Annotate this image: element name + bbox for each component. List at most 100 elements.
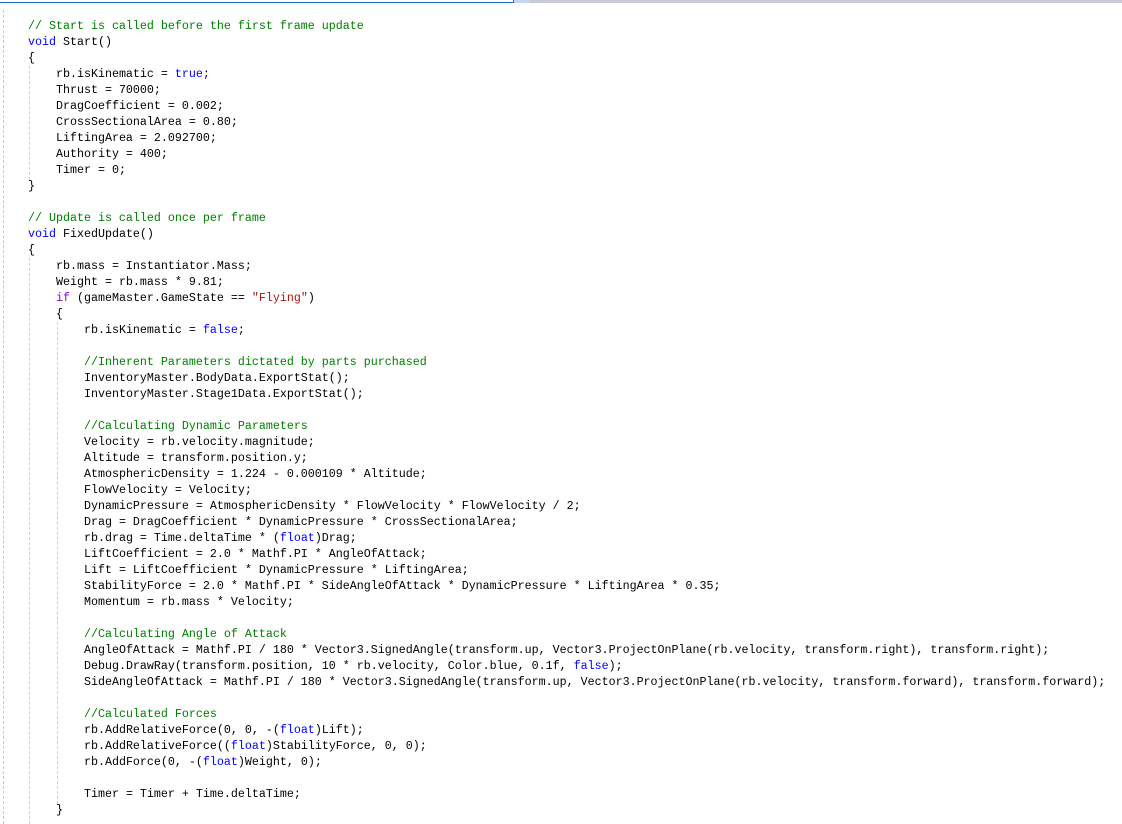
code-line[interactable]: SideAngleOfAttack = Mathf.PI / 180 * Vec… (28, 674, 1105, 690)
code-text: StabilityForce = 2.0 * Mathf.PI * SideAn… (84, 579, 721, 593)
code-line[interactable]: rb.isKinematic = true; (28, 66, 1105, 82)
code-line[interactable]: Velocity = rb.velocity.magnitude; (28, 434, 1105, 450)
code-line[interactable]: { (28, 50, 1105, 66)
code-text: Velocity = rb.velocity.magnitude; (84, 435, 315, 449)
code-line[interactable]: LiftCoefficient = 2.0 * Mathf.PI * Angle… (28, 546, 1105, 562)
code-line[interactable]: } (28, 802, 1105, 818)
code-editor[interactable]: // Start is called before the first fram… (28, 18, 1105, 818)
editor-margin (3, 10, 4, 824)
code-text: SideAngleOfAttack = Mathf.PI / 180 * Vec… (84, 675, 1105, 689)
code-line[interactable]: AtmosphericDensity = 1.224 - 0.000109 * … (28, 466, 1105, 482)
code-line[interactable]: void Start() (28, 34, 1105, 50)
code-line[interactable]: CrossSectionalArea = 0.80; (28, 114, 1105, 130)
code-line[interactable]: rb.AddRelativeForce((float)StabilityForc… (28, 738, 1105, 754)
code-line[interactable]: //Inherent Parameters dictated by parts … (28, 354, 1105, 370)
code-text: ); (609, 659, 623, 673)
code-line[interactable] (28, 338, 1105, 354)
code-comment: //Inherent Parameters dictated by parts … (84, 355, 427, 369)
code-comment: //Calculating Dynamic Parameters (84, 419, 308, 433)
code-text: Timer = Timer + Time.deltaTime; (84, 787, 301, 801)
code-line[interactable]: InventoryMaster.Stage1Data.ExportStat(); (28, 386, 1105, 402)
code-text: AtmosphericDensity = 1.224 - 0.000109 * … (84, 467, 427, 481)
code-text: Timer = 0; (56, 163, 126, 177)
code-text: rb.isKinematic = (56, 67, 175, 81)
code-text: InventoryMaster.BodyData.ExportStat(); (84, 371, 350, 385)
code-text: Altitude = transform.position.y; (84, 451, 308, 465)
code-text: ; (203, 67, 210, 81)
code-line[interactable]: if (gameMaster.GameState == "Flying") (28, 290, 1105, 306)
code-line[interactable]: Authority = 400; (28, 146, 1105, 162)
code-text: rb.AddRelativeForce(0, 0, -( (84, 723, 280, 737)
code-line[interactable]: { (28, 306, 1105, 322)
code-keyword: float (203, 755, 238, 769)
code-comment: //Calculated Forces (84, 707, 217, 721)
code-text: } (28, 179, 35, 193)
code-line[interactable]: Lift = LiftCoefficient * DynamicPressure… (28, 562, 1105, 578)
code-text: )StabilityForce, 0, 0); (266, 739, 427, 753)
code-line[interactable]: rb.isKinematic = false; (28, 322, 1105, 338)
code-text: rb.drag = Time.deltaTime * ( (84, 531, 280, 545)
code-line[interactable]: LiftingArea = 2.092700; (28, 130, 1105, 146)
code-line[interactable]: Debug.DrawRay(transform.position, 10 * r… (28, 658, 1105, 674)
code-keyword: true (175, 67, 203, 81)
code-text: rb.mass = Instantiator.Mass; (56, 259, 252, 273)
code-text: ; (238, 323, 245, 337)
code-comment: // Start is called before the first fram… (28, 19, 364, 33)
code-line[interactable]: rb.AddForce(0, -(float)Weight, 0); (28, 754, 1105, 770)
code-line[interactable]: rb.AddRelativeForce(0, 0, -(float)Lift); (28, 722, 1105, 738)
code-line[interactable]: void FixedUpdate() (28, 226, 1105, 242)
code-text: LiftingArea = 2.092700; (56, 131, 217, 145)
code-line[interactable] (28, 402, 1105, 418)
code-text: Momentum = rb.mass * Velocity; (84, 595, 294, 609)
code-text: rb.isKinematic = (84, 323, 203, 337)
code-line[interactable]: InventoryMaster.BodyData.ExportStat(); (28, 370, 1105, 386)
scrollbar-thumb[interactable] (514, 0, 530, 3)
code-text: { (28, 51, 35, 65)
code-keyword: void (28, 227, 63, 241)
code-line[interactable]: Momentum = rb.mass * Velocity; (28, 594, 1105, 610)
code-line[interactable]: FlowVelocity = Velocity; (28, 482, 1105, 498)
code-keyword: false (203, 323, 238, 337)
code-line[interactable]: //Calculating Angle of Attack (28, 626, 1105, 642)
code-text: CrossSectionalArea = 0.80; (56, 115, 238, 129)
code-line[interactable]: { (28, 242, 1105, 258)
code-line[interactable]: } (28, 178, 1105, 194)
code-keyword: float (280, 531, 315, 545)
code-text: AngleOfAttack = Mathf.PI / 180 * Vector3… (84, 643, 1049, 657)
code-text: )Drag; (315, 531, 357, 545)
code-keyword: float (280, 723, 315, 737)
code-line[interactable]: DragCoefficient = 0.002; (28, 98, 1105, 114)
code-comment: // Update is called once per frame (28, 211, 266, 225)
code-comment: //Calculating Angle of Attack (84, 627, 287, 641)
code-line[interactable] (28, 770, 1105, 786)
code-text: rb.AddRelativeForce(( (84, 739, 231, 753)
code-line[interactable]: StabilityForce = 2.0 * Mathf.PI * SideAn… (28, 578, 1105, 594)
code-text: Start() (63, 35, 112, 49)
code-control-keyword: if (56, 291, 70, 305)
horizontal-scrollbar[interactable] (0, 0, 1122, 3)
code-line[interactable]: Timer = 0; (28, 162, 1105, 178)
code-line[interactable]: Altitude = transform.position.y; (28, 450, 1105, 466)
code-text: )Weight, 0); (238, 755, 322, 769)
code-line[interactable] (28, 690, 1105, 706)
code-line[interactable]: Thrust = 70000; (28, 82, 1105, 98)
code-text: ) (308, 291, 315, 305)
code-keyword: void (28, 35, 63, 49)
code-text: { (28, 243, 35, 257)
code-text: Lift = LiftCoefficient * DynamicPressure… (84, 563, 469, 577)
code-line[interactable] (28, 194, 1105, 210)
code-line[interactable] (28, 610, 1105, 626)
code-line[interactable]: //Calculating Dynamic Parameters (28, 418, 1105, 434)
code-line[interactable]: // Start is called before the first fram… (28, 18, 1105, 34)
code-line[interactable]: Timer = Timer + Time.deltaTime; (28, 786, 1105, 802)
code-line[interactable]: rb.drag = Time.deltaTime * (float)Drag; (28, 530, 1105, 546)
code-line[interactable]: AngleOfAttack = Mathf.PI / 180 * Vector3… (28, 642, 1105, 658)
code-line[interactable]: // Update is called once per frame (28, 210, 1105, 226)
code-line[interactable]: //Calculated Forces (28, 706, 1105, 722)
code-line[interactable]: Weight = rb.mass * 9.81; (28, 274, 1105, 290)
code-line[interactable]: Drag = DragCoefficient * DynamicPressure… (28, 514, 1105, 530)
code-line[interactable]: DynamicPressure = AtmosphericDensity * F… (28, 498, 1105, 514)
code-line[interactable]: rb.mass = Instantiator.Mass; (28, 258, 1105, 274)
code-text: FlowVelocity = Velocity; (84, 483, 252, 497)
code-keyword: float (231, 739, 266, 753)
